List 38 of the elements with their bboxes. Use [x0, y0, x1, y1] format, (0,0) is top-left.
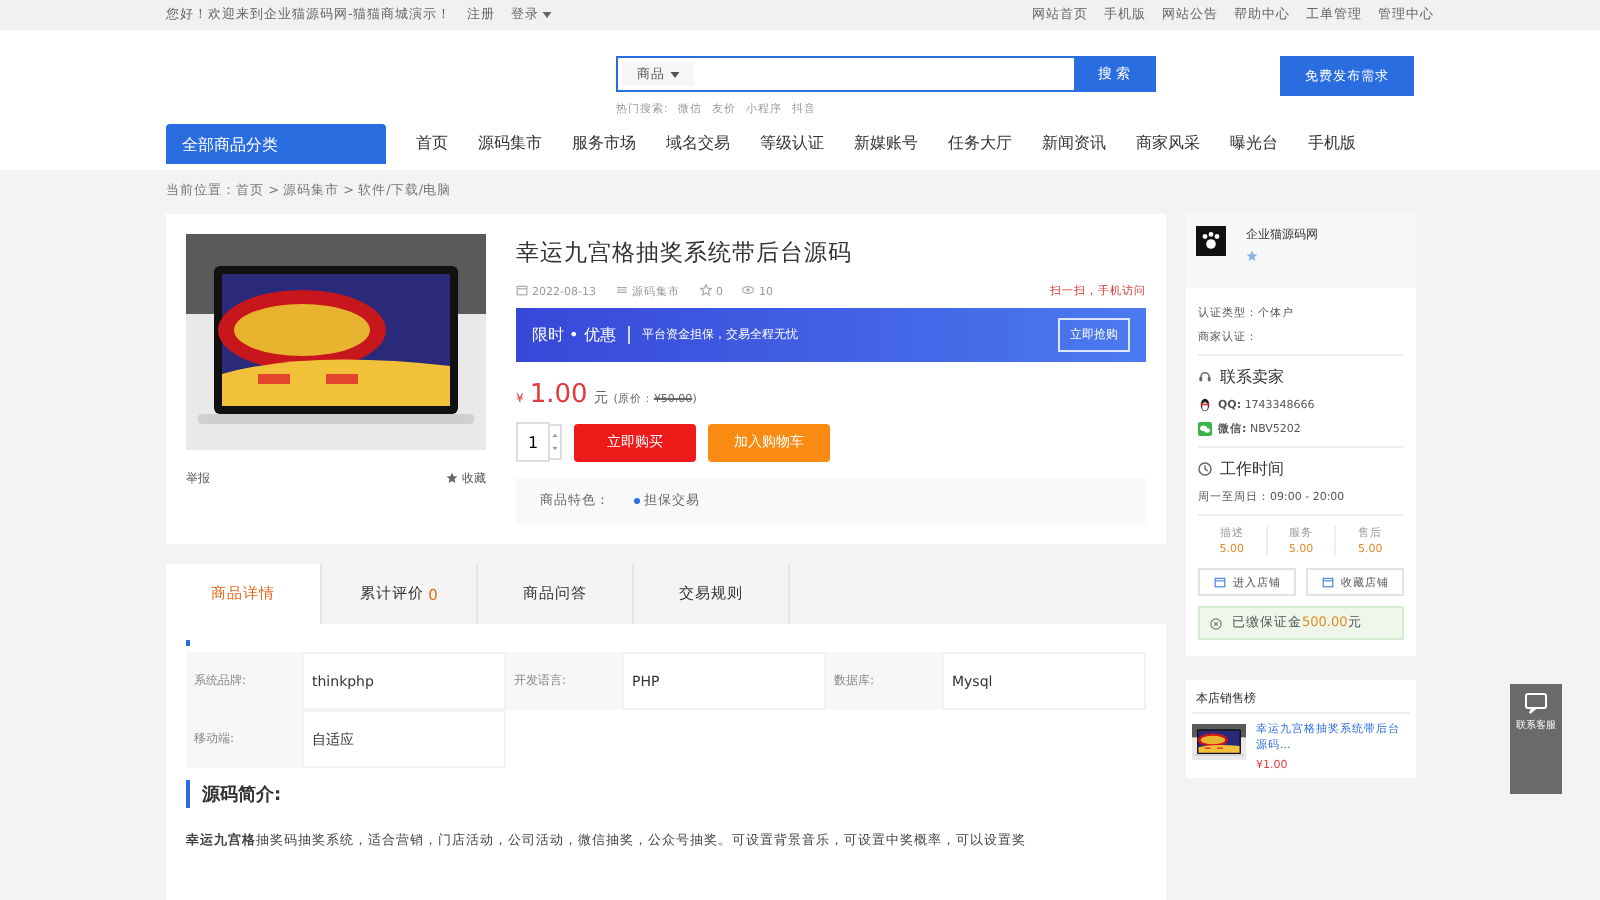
shop-icon	[1213, 576, 1225, 588]
nav-link[interactable]: 域名交易	[666, 132, 730, 164]
calendar-icon	[516, 284, 528, 296]
list-icon	[615, 284, 628, 296]
price: 1.00	[529, 380, 588, 411]
shop-logo-icon	[1196, 226, 1226, 256]
star-icon	[699, 284, 712, 296]
penguin-icon	[1198, 398, 1212, 412]
clock-icon	[1198, 462, 1212, 476]
nav-link[interactable]: 商家风采	[1136, 132, 1200, 164]
nav-link[interactable]: 首页	[416, 132, 448, 164]
star-icon	[1246, 250, 1258, 262]
headset-icon	[1198, 370, 1212, 384]
quantity-field[interactable]: 1	[516, 422, 550, 463]
chat-icon	[1198, 422, 1212, 436]
eye-icon	[742, 284, 755, 296]
nav-link[interactable]: 手机版	[1308, 132, 1356, 164]
caret-icon	[542, 11, 553, 18]
nav-link[interactable]: 源码集市	[478, 132, 542, 164]
star-icon	[446, 471, 458, 483]
nav-link[interactable]: 服务市场	[572, 132, 636, 164]
contact-title: 联系卖家	[1220, 366, 1284, 388]
badge-icon	[1210, 617, 1222, 629]
hours-title: 工作时间	[1220, 458, 1284, 480]
shop-icon	[1321, 576, 1333, 588]
chat-icon	[1524, 692, 1548, 714]
caret-icon	[669, 71, 679, 77]
all-categories-button[interactable]: 全部商品分类	[166, 124, 386, 164]
nav-link[interactable]: 等级认证	[760, 132, 824, 164]
nav-link[interactable]: 新媒账号	[854, 132, 918, 164]
quantity-stepper[interactable]	[550, 424, 562, 461]
intro-heading: 源码简介:	[186, 780, 1156, 808]
bullet-icon	[634, 497, 640, 504]
product-title: 幸运九宫格抽奖系统带后台源码	[516, 238, 854, 268]
nav-link[interactable]: 新闻资讯	[1042, 132, 1106, 164]
nav-link[interactable]: 曝光台	[1230, 132, 1278, 164]
promo-tag: 限时 • 优惠	[532, 323, 616, 346]
nav-link[interactable]: 任务大厅	[948, 132, 1012, 164]
